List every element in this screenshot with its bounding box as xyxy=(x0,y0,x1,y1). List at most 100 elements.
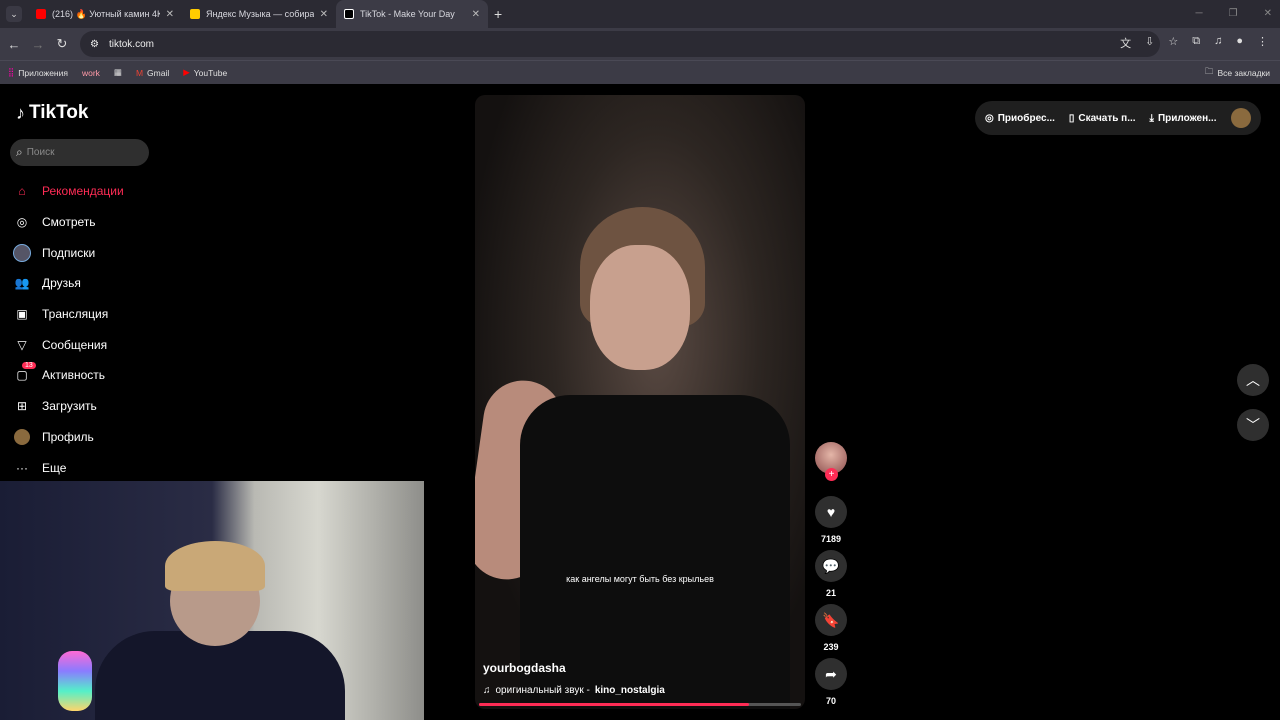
chevron-down-icon: ﹀ xyxy=(1246,417,1260,433)
site-info-icon[interactable]: ⚙ xyxy=(90,39,99,50)
search-input[interactable]: ⌕ Поиск xyxy=(10,139,149,166)
download-arrow-icon: ⤓ xyxy=(1149,112,1154,124)
video-sound[interactable]: ♫ оригинальный звук - kino_nostalgia xyxy=(483,685,665,696)
bookmark-grid-icon[interactable]: ▦ xyxy=(114,67,122,78)
bookmark-label: work xyxy=(81,67,100,78)
sidebar-item-friends[interactable]: 👥 Друзья xyxy=(12,268,172,299)
sound-name: kino_nostalgia xyxy=(594,685,665,696)
share-icon: ➦ xyxy=(825,665,837,682)
top-actions-bar: ◎ Приобрес... ▯ Скачать п... ⤓ Приложен.… xyxy=(975,101,1261,135)
video-author[interactable]: yourbogdasha xyxy=(483,661,566,675)
sidebar-item-explore[interactable]: ◎ Смотреть xyxy=(12,207,172,238)
comment-button[interactable]: 💬 xyxy=(815,550,847,582)
webcam-overlay xyxy=(0,481,424,720)
activity-badge: 13 xyxy=(22,362,36,370)
sidebar-item-following[interactable]: Подписки xyxy=(12,237,172,268)
video-player[interactable]: как ангелы могут быть без крыльев yourbo… xyxy=(475,95,805,709)
activity-icon: ▢ 13 xyxy=(12,362,36,385)
chrome-menu-icon[interactable]: ⋮ xyxy=(1257,35,1268,51)
comment-count: 21 xyxy=(825,588,836,598)
browser-tab-tiktok[interactable]: TikTok - Make Your Day ✕ xyxy=(336,0,488,28)
media-control-icon[interactable]: ♫ xyxy=(1214,35,1222,51)
bookmark-apps[interactable]: ⣿ Приложения xyxy=(8,67,68,78)
sidebar-item-label: Рекомендации xyxy=(42,184,124,199)
sidebar-item-label: Загрузить xyxy=(42,399,97,414)
minimize-icon[interactable]: ─ xyxy=(1196,8,1203,19)
sidebar-item-upload[interactable]: ⊞ Загрузить xyxy=(12,391,172,422)
sidebar-item-label: Подписки xyxy=(42,245,96,260)
live-icon: ▣ xyxy=(16,307,28,322)
all-bookmarks[interactable]: 🗀 Все закладки xyxy=(1205,66,1270,80)
extensions-icon[interactable]: ⧉ xyxy=(1192,35,1200,51)
share-count: 70 xyxy=(825,696,836,706)
author-avatar[interactable]: + xyxy=(815,442,847,481)
sidebar-item-activity[interactable]: ▢ 13 Активность xyxy=(12,360,172,391)
previous-video-button[interactable]: ︿ xyxy=(1237,364,1269,396)
bookmark-label: Все закладки xyxy=(1217,67,1270,78)
rgb-microphone xyxy=(58,651,92,711)
send-icon: ▽ xyxy=(17,337,27,352)
tiktok-logo[interactable]: ♪ TikTok xyxy=(16,102,88,124)
close-tab-icon[interactable]: ✕ xyxy=(472,9,480,20)
comment-icon: 💬 xyxy=(822,557,840,574)
upload-icon: ⊞ xyxy=(16,399,28,414)
browser-tab-youtube[interactable]: (216) 🔥 Уютный камин 4К (12 ✕ xyxy=(28,0,182,28)
forward-icon[interactable]: → xyxy=(26,37,50,52)
new-tab-button[interactable]: + xyxy=(494,6,502,22)
phone-icon: ▯ xyxy=(1068,112,1075,124)
sidebar-item-messages[interactable]: ▽ Сообщения xyxy=(12,329,172,360)
buy-coins-button[interactable]: ◎ Приобрес... xyxy=(985,113,1055,124)
next-video-button[interactable]: ﹀ xyxy=(1237,409,1269,441)
user-avatar[interactable] xyxy=(1231,108,1251,128)
bookmark-star-icon[interactable]: ☆ xyxy=(1168,35,1178,51)
buy-label: Приобрес... xyxy=(997,112,1055,124)
heart-icon: ♥ xyxy=(826,504,836,520)
tab-title: (216) 🔥 Уютный камин 4К (12 xyxy=(52,8,160,19)
follow-plus-icon[interactable]: + xyxy=(825,468,838,481)
search-icon: ⌕ xyxy=(16,145,23,159)
back-icon[interactable]: ← xyxy=(2,37,26,52)
bookmark-youtube[interactable]: ▶ YouTube xyxy=(183,67,227,78)
sidebar-item-live[interactable]: ▣ Трансляция xyxy=(12,299,172,330)
bookmark-gmail[interactable]: M Gmail xyxy=(136,68,169,78)
video-progress-bar[interactable] xyxy=(479,703,801,706)
video-actions: + ♥ 7189 💬 21 🔖 239 ➦ 70 xyxy=(815,442,847,712)
close-window-icon[interactable]: ✕ xyxy=(1264,8,1272,19)
sound-prefix: оригинальный звук - xyxy=(495,685,590,696)
tiktok-page: ♪ TikTok ⌕ Поиск ⌂ Рекомендации ◎ Смотре… xyxy=(0,84,1280,720)
get-app-button[interactable]: ⤓ Приложен... xyxy=(1150,113,1217,124)
tab-search-chevron-icon[interactable]: ⌄ xyxy=(6,6,22,22)
tiktok-favicon-icon xyxy=(344,9,354,19)
save-count: 239 xyxy=(823,642,839,652)
sidebar-item-label: Друзья xyxy=(42,276,81,291)
close-tab-icon[interactable]: ✕ xyxy=(166,9,174,20)
like-count: 7189 xyxy=(820,534,842,544)
sidebar-item-more[interactable]: ··· Еще xyxy=(12,452,172,483)
sidebar-item-label: Активность xyxy=(42,368,106,383)
browser-tab-yandex-music[interactable]: Яндекс Музыка — собираем м ✕ xyxy=(182,0,336,28)
reload-icon[interactable]: ↻ xyxy=(50,36,74,52)
bookmark-work[interactable]: work xyxy=(82,68,100,78)
streamer-hair xyxy=(165,541,265,591)
profile-avatar-icon[interactable]: ● xyxy=(1236,35,1243,51)
translate-icon[interactable]: 文 xyxy=(1120,35,1131,51)
restore-icon[interactable]: ❐ xyxy=(1229,8,1238,19)
sidebar-item-label: Трансляция xyxy=(42,307,109,322)
url-bar[interactable]: ⚙ tiktok.com xyxy=(80,31,1160,57)
search-placeholder: Поиск xyxy=(26,147,55,158)
sidebar-item-recommendations[interactable]: ⌂ Рекомендации xyxy=(12,176,172,207)
like-button[interactable]: ♥ xyxy=(815,496,847,528)
url-text: tiktok.com xyxy=(108,38,154,50)
more-icon: ··· xyxy=(16,460,28,475)
folder-icon: 🗀 xyxy=(1204,65,1214,76)
sidebar-item-profile[interactable]: Профиль xyxy=(12,422,172,453)
close-tab-icon[interactable]: ✕ xyxy=(320,9,328,20)
video-caption: как ангелы могут быть без крыльев xyxy=(566,574,714,584)
download-app-button[interactable]: ▯ Скачать п... xyxy=(1069,113,1136,124)
bookmark-label: Приложения xyxy=(18,67,68,78)
save-button[interactable]: 🔖 xyxy=(815,604,847,636)
youtube-icon: ▶ xyxy=(183,67,190,77)
share-button[interactable]: ➦ xyxy=(815,658,847,690)
install-app-icon[interactable]: ⇩ xyxy=(1145,35,1154,51)
gmail-icon: M xyxy=(135,67,144,78)
